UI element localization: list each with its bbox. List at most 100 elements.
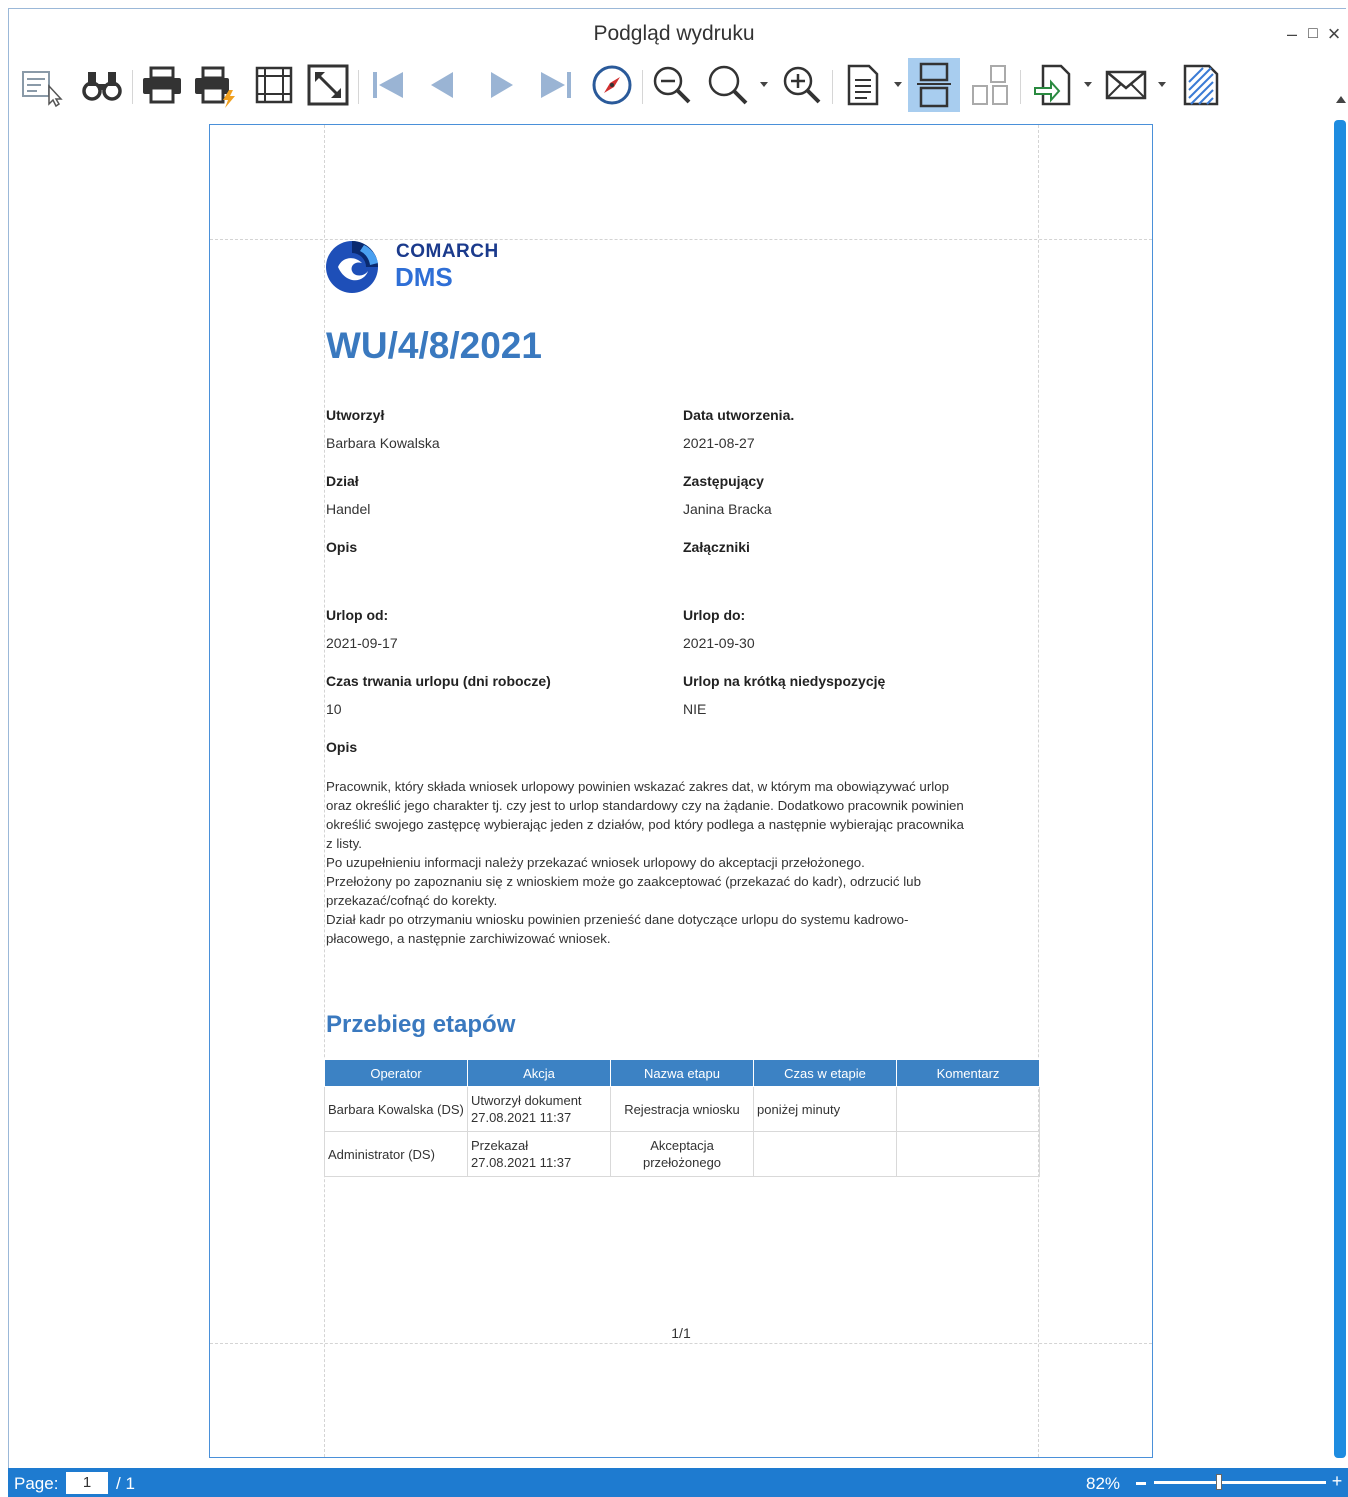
cell-comment	[896, 1131, 1040, 1177]
logo-dms-text: DMS	[395, 262, 453, 292]
zoom-in-icon	[783, 66, 821, 104]
description-line: określić swojego zastępcę wybierając jed…	[326, 817, 964, 832]
navigation-icon	[592, 65, 632, 105]
substitute-value: Janina Bracka	[683, 501, 772, 517]
cell-action-line1: Przekazał	[471, 1138, 529, 1153]
quick-print-icon	[195, 66, 235, 108]
zoom-dropdown-arrow[interactable]	[760, 82, 768, 87]
maximize-button[interactable]: □	[1303, 24, 1323, 44]
document-page: COMARCH DMS WU/4/8/2021 Utworzył Barbara…	[209, 124, 1153, 1458]
cell-time: poniżej minuty	[753, 1086, 897, 1132]
zoom-icon	[708, 65, 748, 105]
duration-label: Czas trwania urlopu (dni robocze)	[326, 673, 551, 689]
substitute-label: Zastępujący	[683, 473, 764, 489]
last-page-button[interactable]	[530, 58, 582, 112]
page-view-dropdown-arrow[interactable]	[894, 82, 902, 87]
cell-operator: Barbara Kowalska (DS)	[324, 1086, 468, 1132]
cell-action-line2: 27.08.2021 11:37	[471, 1155, 572, 1170]
created-by-value: Barbara Kowalska	[326, 435, 440, 451]
description-line: Dział kadr po otrzymaniu wniosku powinie…	[326, 912, 909, 927]
zoom-out-icon	[653, 66, 691, 104]
description-line: z listy.	[326, 836, 362, 851]
email-button[interactable]	[1100, 58, 1152, 112]
description-line: oraz określić jego charakter tj. czy jes…	[326, 798, 964, 813]
document-title: WU/4/8/2021	[326, 325, 542, 366]
zoom-out-slider-button[interactable]	[1136, 1482, 1146, 1485]
minimize-button[interactable]: –	[1282, 24, 1302, 44]
vertical-scrollbar[interactable]	[1334, 120, 1346, 1458]
zoom-level: 82%	[1086, 1474, 1121, 1493]
toolbar	[10, 56, 1340, 116]
zoom-out-button[interactable]	[646, 58, 698, 112]
zoom-slider-track[interactable]	[1154, 1481, 1326, 1484]
multi-page-icon	[972, 65, 1008, 105]
navigation-button[interactable]	[586, 58, 638, 112]
table-row: Administrator (DS) Przekazał 27.08.2021 1…	[324, 1131, 1040, 1177]
logo-comarch-text: COMARCH	[396, 241, 499, 262]
description-label: Opis	[326, 539, 358, 555]
multi-page-button[interactable]	[964, 58, 1016, 112]
cell-time	[753, 1131, 897, 1177]
quick-print-button[interactable]	[190, 58, 242, 112]
continuous-view-button[interactable]	[908, 58, 960, 112]
find-button[interactable]	[76, 58, 128, 112]
page-label: Page:	[14, 1474, 59, 1493]
continuous-view-icon	[917, 62, 951, 108]
cell-action-line1: Utworzył dokument	[471, 1093, 582, 1108]
description2-label: Opis	[326, 739, 358, 755]
zoom-button[interactable]	[702, 58, 754, 112]
zoom-slider-thumb[interactable]	[1216, 1474, 1222, 1490]
leave-to-value: 2021-09-30	[683, 635, 755, 651]
single-page-icon	[847, 64, 879, 106]
description-line: Przełożony po zapoznaniu się z wnioskiem…	[326, 874, 921, 889]
margin-guide-right	[1038, 125, 1039, 1457]
page-setup-button[interactable]	[248, 58, 300, 112]
close-button[interactable]: ×	[1324, 23, 1344, 45]
window-title: Podgląd wydruku	[593, 22, 755, 45]
scale-icon	[307, 64, 349, 106]
watermark-icon	[1183, 64, 1219, 106]
table-row: Barbara Kowalska (DS) Utworzył dokument 2…	[324, 1086, 1040, 1132]
duration-value: 10	[326, 701, 342, 717]
short-illness-label: Urlop na krótką niedyspozycję	[683, 673, 886, 689]
stages-table: Operator Akcja Nazwa etapu Czas w etapie…	[324, 1059, 1040, 1177]
column-header-comment: Komentarz	[896, 1059, 1040, 1087]
print-icon	[143, 66, 181, 104]
single-page-button[interactable]	[836, 58, 888, 112]
print-button[interactable]	[136, 58, 188, 112]
export-icon	[1034, 64, 1071, 106]
scroll-up-arrow[interactable]	[1336, 96, 1346, 103]
description-line: przekazać/cofnąć do korekty.	[326, 893, 498, 908]
column-header-action: Akcja	[467, 1059, 611, 1087]
zoom-in-slider-button[interactable]: +	[1330, 1472, 1344, 1490]
watermark-button[interactable]	[1174, 58, 1226, 112]
current-page-input[interactable]	[66, 1472, 108, 1494]
department-value: Handel	[326, 501, 371, 517]
email-dropdown-arrow[interactable]	[1158, 82, 1166, 87]
next-page-icon	[491, 72, 513, 98]
parameters-button[interactable]	[16, 58, 68, 112]
table-header-row: Operator Akcja Nazwa etapu Czas w etapie…	[324, 1059, 1040, 1087]
previous-page-button[interactable]	[416, 58, 468, 112]
next-page-button[interactable]	[476, 58, 528, 112]
description-line: Pracownik, który składa wniosek urlopowy…	[326, 779, 949, 794]
total-pages: / 1	[116, 1474, 135, 1493]
export-button[interactable]	[1028, 58, 1080, 112]
zoom-in-button[interactable]	[776, 58, 828, 112]
previous-page-icon	[431, 72, 453, 98]
column-header-time: Czas w etapie	[753, 1059, 897, 1087]
first-page-button[interactable]	[362, 58, 414, 112]
email-icon	[1105, 70, 1147, 100]
created-by-label: Utworzył	[326, 407, 385, 423]
margin-guide-left	[324, 125, 325, 1457]
scale-button[interactable]	[302, 58, 354, 112]
cell-stage-line2: przełożonego	[642, 1155, 722, 1170]
department-label: Dział	[326, 473, 359, 489]
status-bar: Page: / 1 82% +	[8, 1468, 1348, 1497]
export-dropdown-arrow[interactable]	[1084, 82, 1092, 87]
last-page-icon	[541, 72, 571, 98]
page-setup-icon	[255, 66, 293, 104]
cell-action-line2: 27.08.2021 11:37	[471, 1110, 572, 1125]
leave-to-label: Urlop do:	[683, 607, 746, 623]
cell-action: Przekazał 27.08.2021 11:37	[467, 1131, 611, 1177]
